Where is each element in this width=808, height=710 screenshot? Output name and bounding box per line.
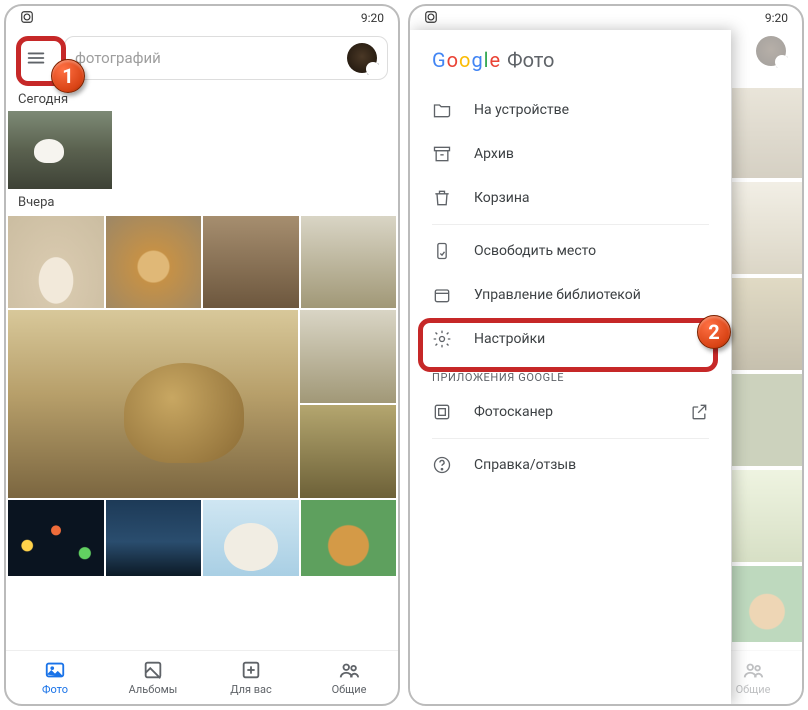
nav-photos[interactable]: Фото [6,651,104,704]
trash-icon [432,188,452,208]
menu-label: Справка/отзыв [474,457,576,473]
status-bar: 9:20 [410,6,802,30]
photo-thumb[interactable] [203,500,299,576]
status-bar: 9:20 [6,6,398,30]
photo-thumb[interactable] [106,216,202,308]
avatar[interactable] [347,43,377,73]
menu-photoscan[interactable]: Фотосканер [410,390,731,434]
phone-right: 9:20 Google Фото На устройстве Архив Кор… [408,4,804,706]
status-time: 9:20 [765,11,788,25]
photoscan-icon [432,402,452,422]
photo-thumb[interactable] [300,310,396,403]
grid-row-3 [6,500,398,576]
annotation-badge-1: 1 [51,59,85,93]
menu-trash[interactable]: Корзина [410,176,731,220]
photo-thumb[interactable] [8,216,104,308]
folder-icon [432,100,452,120]
section-yesterday: Вчера [6,189,398,214]
divider [432,438,709,439]
nav-foryou-label: Для вас [230,683,272,696]
annotation-highlight-1: 1 [16,36,66,86]
grid-row-2 [6,310,398,498]
nav-albums-label: Альбомы [129,683,178,696]
divider [432,224,709,225]
photo-thumb[interactable] [8,500,104,576]
photo-thumb[interactable] [301,500,397,576]
drawer-title: Google Фото [410,48,731,88]
phone-left: 9:20 фотографий 1 Сегодня Вчера [4,4,400,706]
nav-sharing[interactable]: Общие [300,651,398,704]
menu-label: Фотосканер [474,404,553,420]
photo-thumb[interactable] [106,500,202,576]
drawer-product: Фото [507,48,554,72]
menu-archive[interactable]: Архив [410,132,731,176]
help-icon [432,455,452,475]
nav-albums[interactable]: Альбомы [104,651,202,704]
menu-label: Освободить место [474,243,596,259]
phone-clean-icon [432,241,452,261]
camera-indicator-icon [424,10,438,27]
menu-help[interactable]: Справка/отзыв [410,443,731,487]
photo-thumb[interactable] [300,405,396,498]
photo-thumb[interactable] [301,216,397,308]
annotation-highlight-2: 2 [418,318,718,372]
search-placeholder: фотографий [75,49,337,67]
menu-label: На устройстве [474,102,569,118]
nav-photos-label: Фото [42,683,68,696]
nav-foryou[interactable]: Для вас [202,651,300,704]
grid-row-1 [6,216,398,308]
menu-label: Корзина [474,190,530,206]
status-time: 9:20 [361,11,384,25]
menu-label: Архив [474,146,514,162]
sync-off-icon [365,61,381,77]
menu-free-up[interactable]: Освободить место [410,229,731,273]
annotation-badge-2: 2 [697,315,731,349]
external-link-icon [689,402,709,422]
library-icon [432,285,452,305]
search-input[interactable]: фотографий [64,36,388,80]
grid-today [6,111,398,189]
photo-thumb[interactable] [8,310,298,498]
archive-icon [432,144,452,164]
menu-library-mgmt[interactable]: Управление библиотекой [410,273,731,317]
photo-thumb[interactable] [203,216,299,308]
bottom-nav: Фото Альбомы Для вас Общие [6,650,398,704]
menu-on-device[interactable]: На устройстве [410,88,731,132]
menu-label: Управление библиотекой [474,287,641,303]
camera-indicator-icon [20,10,34,27]
nav-sharing-label: Общие [332,683,367,696]
photo-thumb[interactable] [8,111,112,189]
